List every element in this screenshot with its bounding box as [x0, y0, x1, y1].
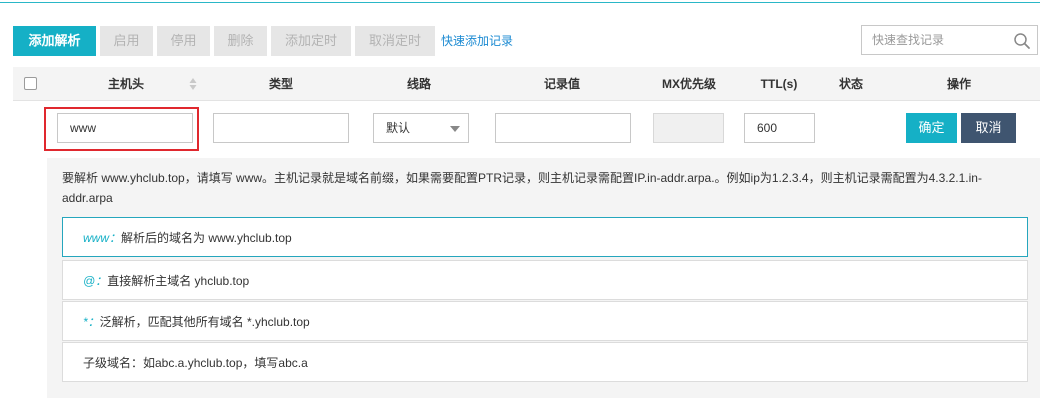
hint-item-subdomain[interactable]: 子级域名：如abc.a.yhclub.top，填写abc.a	[62, 342, 1028, 382]
hint-text: 子级域名：如abc.a.yhclub.top，填写abc.a	[83, 356, 308, 370]
host-input[interactable]	[57, 113, 193, 143]
hint-key: *：	[83, 315, 100, 329]
hint-item-at[interactable]: @：直接解析主域名 yhclub.top	[62, 260, 1028, 300]
header-mx: MX优先级	[661, 77, 716, 91]
top-divider	[0, 0, 1040, 3]
mx-priority-input	[653, 113, 724, 143]
header-host: 主机头	[107, 77, 144, 91]
search-icon[interactable]	[1013, 32, 1031, 50]
header-ttl: TTL(s)	[760, 77, 798, 91]
cancel-timer-button[interactable]: 取消定时	[355, 26, 435, 56]
table-header: 主机头 类型 线路 记录值 MX优先级 TTL(s) 状态 操作	[13, 67, 1040, 101]
help-description: 要解析 www.yhclub.top，请填写 www。主机记录就是域名前缀，如果…	[62, 171, 982, 205]
header-action: 操作	[946, 77, 971, 91]
hint-item-wildcard[interactable]: *：泛解析，匹配其他所有域名 *.yhclub.top	[62, 301, 1028, 341]
line-select[interactable]: 默认	[373, 113, 469, 143]
line-select-value: 默认	[386, 121, 411, 135]
search-box	[861, 25, 1038, 55]
select-all-checkbox[interactable]	[24, 77, 37, 90]
enable-button[interactable]: 启用	[100, 26, 153, 56]
hint-text: 直接解析主域名 yhclub.top	[107, 274, 250, 288]
hint-text: 解析后的域名为 www.yhclub.top	[121, 231, 292, 245]
search-input[interactable]	[872, 26, 1012, 54]
cancel-button[interactable]: 取消	[961, 113, 1016, 143]
hint-key: www：	[83, 231, 121, 245]
hint-item-www[interactable]: www：解析后的域名为 www.yhclub.top	[62, 217, 1028, 257]
sort-icon[interactable]	[189, 77, 197, 91]
type-input[interactable]	[213, 113, 349, 143]
hint-key: @：	[83, 274, 108, 288]
hint-text: 泛解析，匹配其他所有域名 *.yhclub.top	[99, 315, 310, 329]
header-status: 状态	[838, 77, 863, 91]
help-panel: 要解析 www.yhclub.top，请填写 www。主机记录就是域名前缀，如果…	[47, 158, 1040, 398]
header-type: 类型	[268, 77, 293, 91]
table-row-edit: 默认 确定 取消	[13, 102, 1040, 154]
add-timer-button[interactable]: 添加定时	[271, 26, 351, 56]
delete-button[interactable]: 删除	[214, 26, 267, 56]
add-record-button[interactable]: 添加解析	[13, 26, 96, 56]
confirm-button[interactable]: 确定	[906, 113, 957, 143]
header-value: 记录值	[543, 77, 580, 91]
record-value-input[interactable]	[495, 113, 631, 143]
quick-add-link[interactable]: 快速添加记录	[441, 26, 513, 56]
toolbar: 添加解析 启用 停用 删除 添加定时 取消定时 快速添加记录	[13, 26, 513, 56]
header-line: 线路	[406, 77, 431, 91]
disable-button[interactable]: 停用	[157, 26, 210, 56]
chevron-down-icon	[450, 126, 460, 132]
ttl-input[interactable]	[744, 113, 815, 143]
